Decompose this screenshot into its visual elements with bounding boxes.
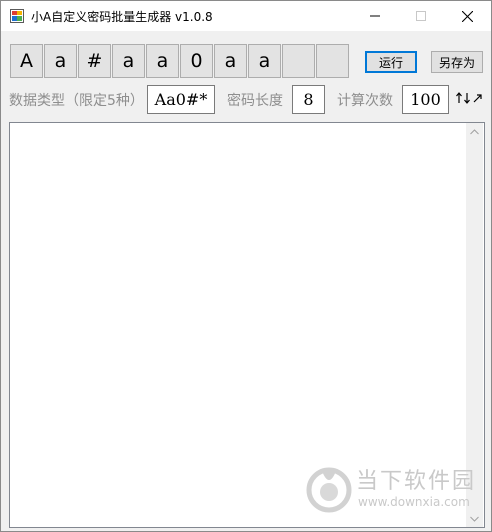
app-icon xyxy=(10,9,24,23)
count-label: 计算次数 xyxy=(337,93,393,109)
app-window: 小A自定义密码批量生成器 v1.0.8 A a # a a 0 a a 运行 另… xyxy=(0,0,492,532)
char-slot-6[interactable]: 0 xyxy=(180,44,213,78)
maximize-button[interactable] xyxy=(398,1,444,31)
run-button[interactable]: 运行 xyxy=(365,51,417,73)
char-slot-3[interactable]: # xyxy=(78,44,111,78)
title-bar[interactable]: 小A自定义密码批量生成器 v1.0.8 xyxy=(1,1,491,31)
char-slot-2[interactable]: a xyxy=(44,44,77,78)
count-field[interactable]: 100 xyxy=(402,85,449,114)
password-length-label: 密码长度 xyxy=(227,93,283,109)
char-slot-9[interactable] xyxy=(282,44,315,78)
scroll-up-arrow-icon[interactable] xyxy=(466,123,483,140)
watermark-url: www.downxia.com xyxy=(358,495,470,509)
char-slot-7[interactable]: a xyxy=(214,44,247,78)
password-length-field[interactable]: 8 xyxy=(292,85,325,114)
char-slot-1[interactable]: A xyxy=(10,44,43,78)
sort-arrows-icon[interactable] xyxy=(456,90,486,106)
char-slot-10[interactable] xyxy=(316,44,349,78)
char-slot-5[interactable]: a xyxy=(146,44,179,78)
char-slot-8[interactable]: a xyxy=(248,44,281,78)
close-icon xyxy=(461,10,473,22)
close-button[interactable] xyxy=(444,1,490,31)
minimize-button[interactable] xyxy=(352,1,398,31)
save-as-button[interactable]: 另存为 xyxy=(431,51,483,73)
data-type-label: 数据类型（限定5种） xyxy=(9,93,144,109)
window-title: 小A自定义密码批量生成器 v1.0.8 xyxy=(31,10,213,24)
watermark-name: 当下软件园 xyxy=(356,469,477,494)
watermark: 当下软件园 www.downxia.com xyxy=(306,461,476,521)
data-type-field[interactable]: Aa0#* xyxy=(147,85,215,114)
watermark-logo-icon xyxy=(306,467,352,513)
minimize-icon xyxy=(370,15,380,17)
char-slot-4[interactable]: a xyxy=(112,44,145,78)
maximize-icon xyxy=(416,11,426,21)
